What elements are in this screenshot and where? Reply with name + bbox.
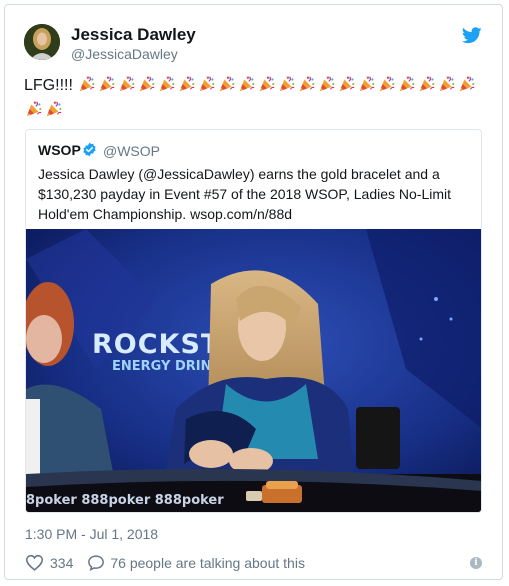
- author-display-name[interactable]: Jessica Dawley: [71, 25, 196, 45]
- party-popper-icon: [418, 75, 436, 100]
- party-popper-icon: [218, 75, 236, 100]
- party-popper-icon: [438, 75, 456, 100]
- photo-sign-subtext: ENERGY DRINK: [112, 359, 222, 374]
- verified-badge-icon: [82, 142, 97, 157]
- tweet-actions: 334 76 people are talking about this: [25, 554, 305, 571]
- party-popper-icon: [458, 75, 476, 100]
- like-button[interactable]: 334: [25, 554, 73, 571]
- party-popper-icon: [298, 75, 316, 100]
- party-popper-icon: [318, 75, 336, 100]
- party-popper-icon: [278, 75, 296, 100]
- conversation-link[interactable]: 76 people are talking about this: [87, 554, 305, 571]
- party-popper-icon: [98, 75, 116, 100]
- quoted-display-name[interactable]: WSOP: [38, 142, 81, 158]
- party-popper-icon: [258, 75, 276, 100]
- photo-table-text: 8poker 888poker 888poker: [26, 493, 224, 508]
- embedded-tweet-card[interactable]: Jessica Dawley @JessicaDawley LFG!!!! WS…: [4, 4, 503, 580]
- quoted-tweet-photo[interactable]: ROCKSTAR ENERGY DRINK 8poker 888poker 88…: [26, 229, 481, 512]
- party-popper-icon: [118, 75, 136, 100]
- party-popper-icon: [398, 75, 416, 100]
- party-popper-icon: [45, 100, 63, 125]
- info-icon[interactable]: i: [470, 557, 482, 569]
- emoji-sequence: [24, 75, 477, 119]
- party-popper-icon: [138, 75, 156, 100]
- quoted-tweet-text: Jessica Dawley (@JessicaDawley) earns th…: [38, 166, 452, 222]
- avatar[interactable]: [24, 24, 60, 60]
- party-popper-icon: [25, 100, 43, 125]
- party-popper-icon: [358, 75, 376, 100]
- tweet-text: LFG!!!!: [24, 75, 484, 125]
- party-popper-icon: [158, 75, 176, 100]
- party-popper-icon: [198, 75, 216, 100]
- quoted-tweet[interactable]: WSOP @WSOP Jessica Dawley (@JessicaDawle…: [25, 129, 482, 513]
- twitter-bird-icon[interactable]: [461, 27, 482, 44]
- talking-count-text: 76 people are talking about this: [110, 554, 305, 571]
- speech-bubble-icon: [87, 554, 105, 571]
- heart-icon: [25, 554, 44, 571]
- party-popper-icon: [78, 75, 96, 100]
- tweet-message: LFG!!!!: [24, 77, 73, 94]
- like-count: 334: [50, 554, 74, 571]
- author-handle[interactable]: @JessicaDawley: [71, 46, 178, 62]
- party-popper-icon: [238, 75, 256, 100]
- party-popper-icon: [378, 75, 396, 100]
- party-popper-icon: [178, 75, 196, 100]
- quoted-handle[interactable]: @WSOP: [103, 143, 160, 159]
- tweet-timestamp[interactable]: 1:30 PM - Jul 1, 2018: [25, 526, 158, 542]
- party-popper-icon: [338, 75, 356, 100]
